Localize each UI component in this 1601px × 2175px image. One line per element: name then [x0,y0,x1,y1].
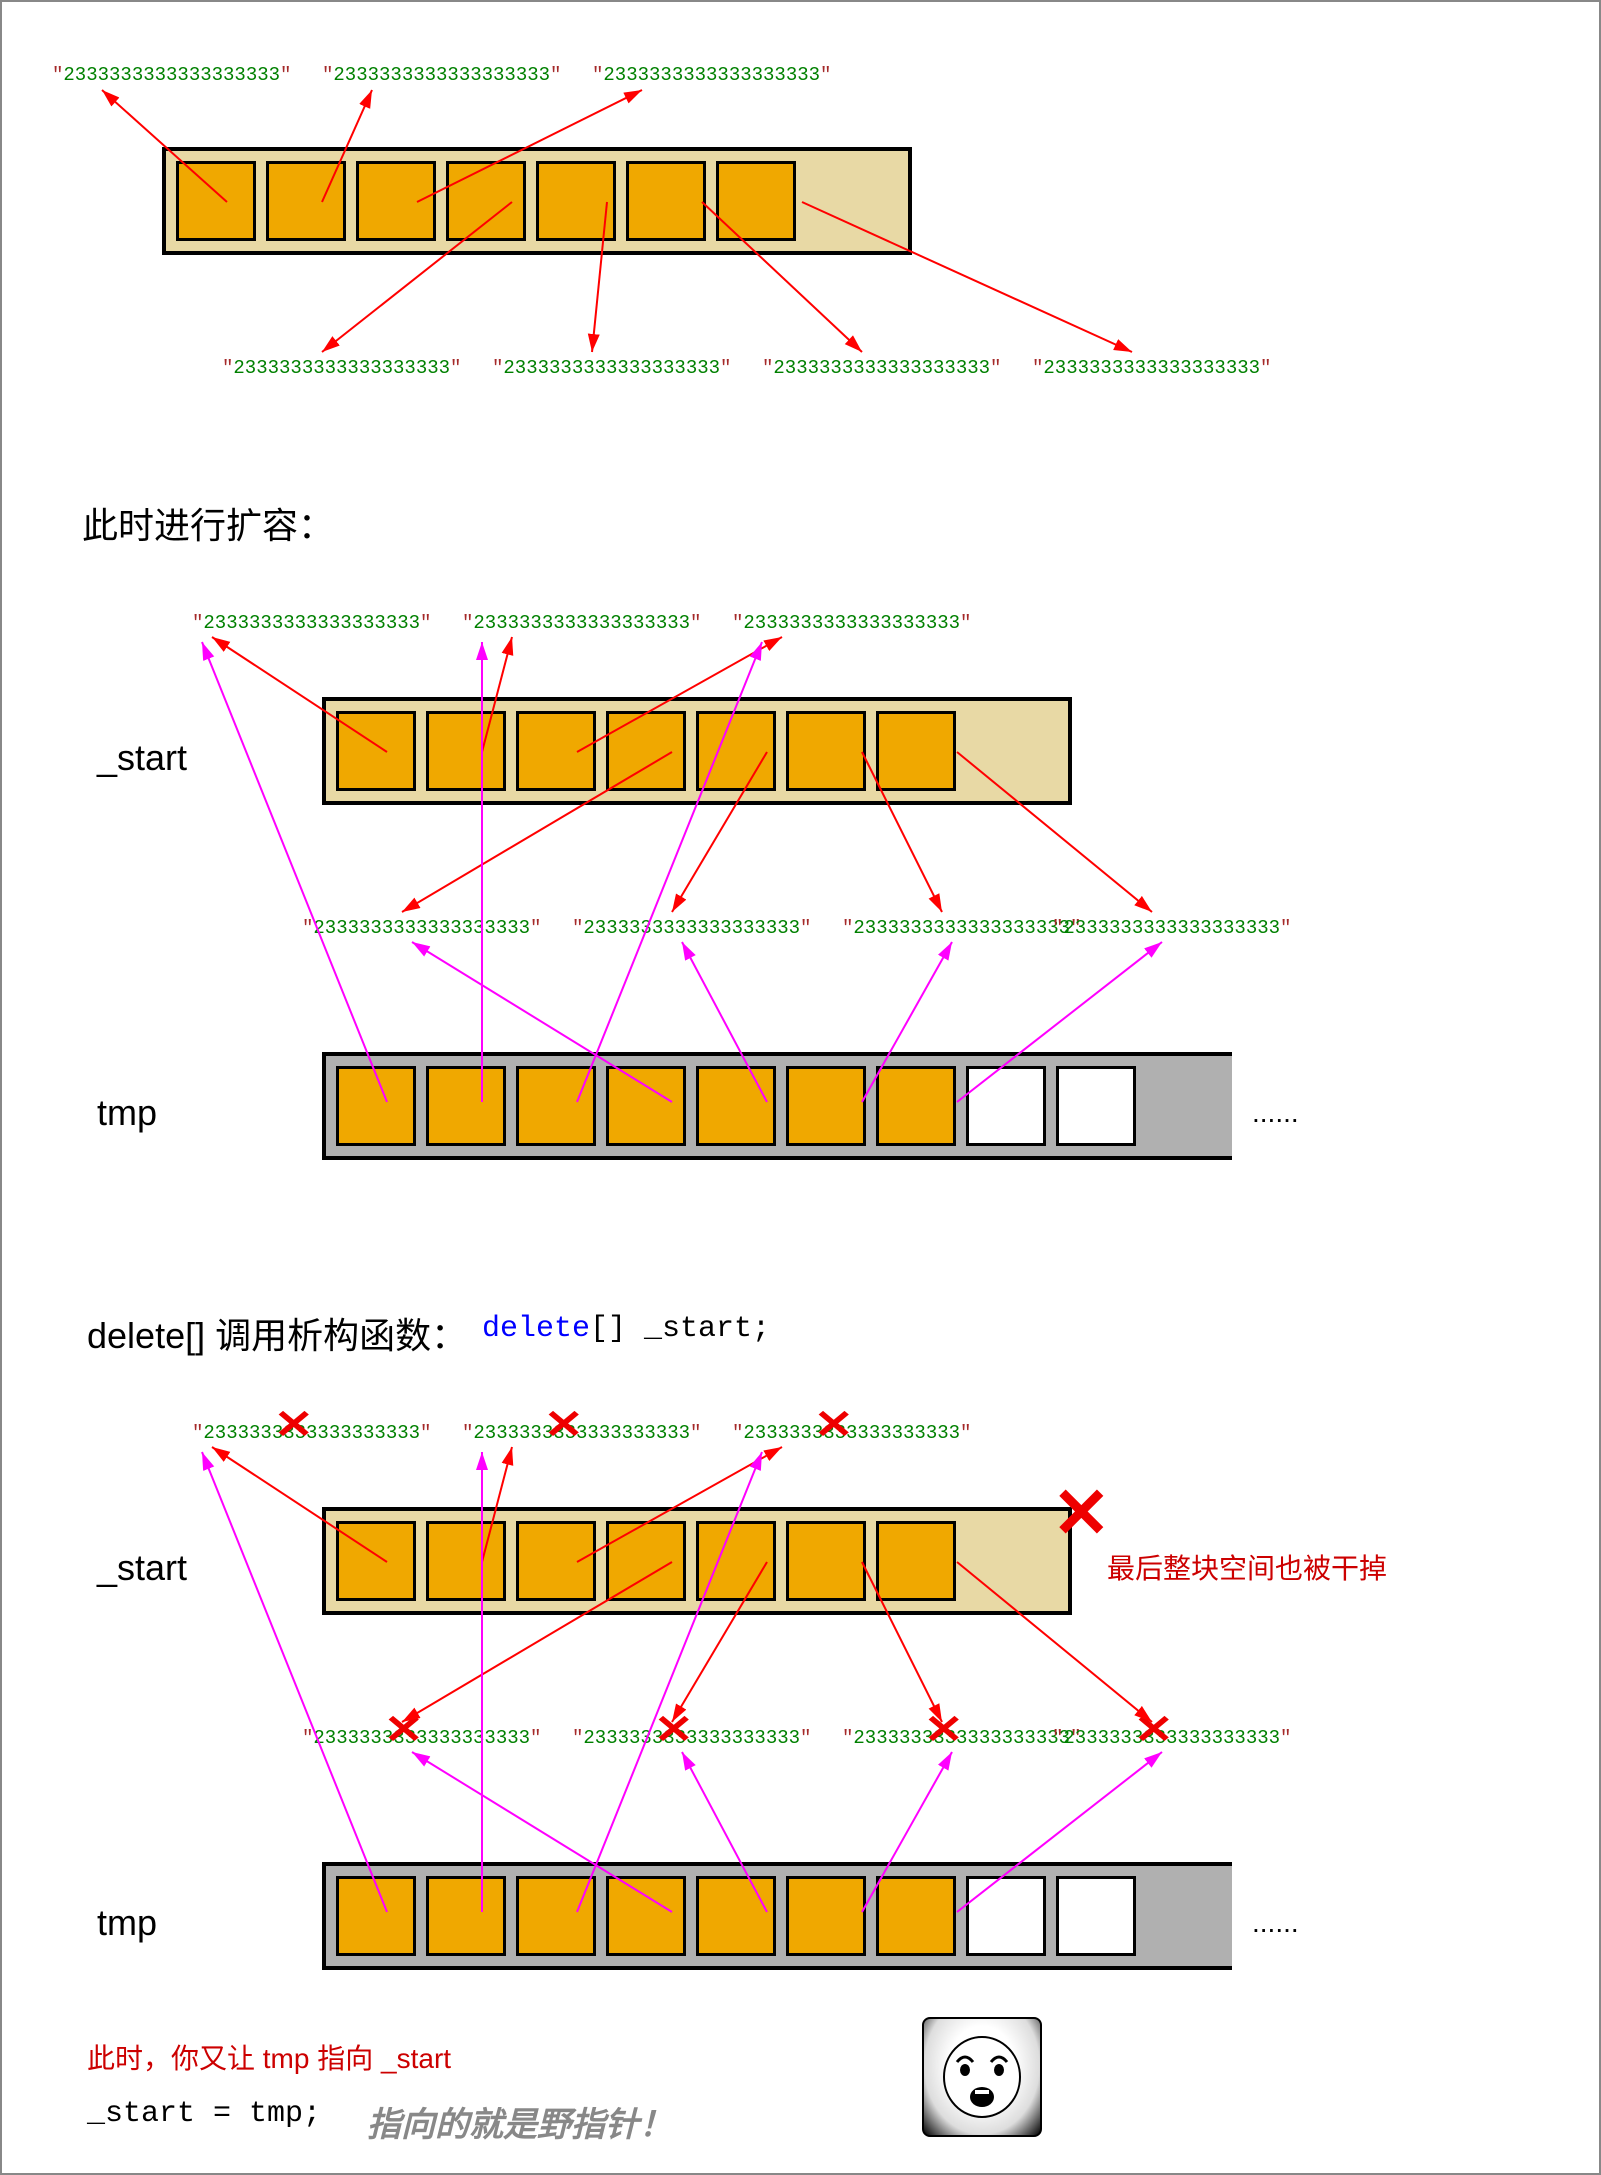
tmp-label: tmp [97,1902,157,1944]
cell [336,1876,416,1956]
cell [606,711,686,791]
cell [516,711,596,791]
label-s1-b0: "2333333333333333333" [222,357,461,379]
diagram-page: "2333333333333333333" "23333333333333333… [0,0,1601,2175]
cell [786,711,866,791]
label-s2-m1: "2333333333333333333" [572,917,811,939]
section-3: "2333333333333333333" ✕ "233333333333333… [2,1372,1601,2122]
cell [606,1876,686,1956]
cell [626,161,706,241]
big-x-icon: ✕ [1052,1472,1111,1554]
heading-text: delete[] 调用析构函数： [87,1315,467,1356]
label-s2-t1: "2333333333333333333" [462,612,701,634]
x-icon: ✕ [924,1707,964,1753]
cell [266,161,346,241]
x-icon: ✕ [384,1707,424,1753]
x-icon: ✕ [274,1402,314,1448]
x-icon: ✕ [654,1707,694,1753]
cell [606,1066,686,1146]
delete-annotation: 最后整块空间也被干掉 [1107,1547,1387,1587]
cell [446,161,526,241]
start-label: _start [97,737,187,779]
meme-face-icon [922,2017,1042,2137]
cell [966,1876,1046,1956]
x-icon: ✕ [1134,1707,1174,1753]
cell [536,161,616,241]
mem-tmp [322,1052,1232,1160]
cell [1056,1876,1136,1956]
mem-tmp-del [322,1862,1232,1970]
section-1: "2333333333333333333" "23333333333333333… [2,2,1601,502]
mem-start [322,697,1072,805]
cell [426,1066,506,1146]
cell [1056,1066,1136,1146]
cell [966,1066,1046,1146]
cell [876,1066,956,1146]
label-s1-t2: "2333333333333333333" [592,64,831,86]
cell [426,711,506,791]
label-s2-m2: "2333333333333333333" [842,917,1081,939]
cell [606,1521,686,1601]
cell [336,1521,416,1601]
cell [696,711,776,791]
mem-start-del [322,1507,1072,1615]
cell [336,1066,416,1146]
cell [516,1066,596,1146]
assign-code: _start = tmp; [87,2097,321,2131]
wild-comment: 指向的就是野指针！ [367,2097,673,2146]
cell [876,1521,956,1601]
cell [426,1876,506,1956]
tmp-label: tmp [97,1092,157,1134]
label-s1-b1: "2333333333333333333" [492,357,731,379]
ellipsis: ...... [1252,1097,1299,1129]
cell [786,1876,866,1956]
label-s2-m0: "2333333333333333333" [302,917,541,939]
label-s2-t2: "2333333333333333333" [732,612,971,634]
label-s1-t1: "2333333333333333333" [322,64,561,86]
cell [876,1876,956,1956]
heading-delete: delete[] 调用析构函数： [87,1307,467,1359]
cell [696,1876,776,1956]
cell [696,1066,776,1146]
mem-block-1 [162,147,912,255]
label-s1-t0: "2333333333333333333" [52,64,291,86]
cell [176,161,256,241]
x-icon: ✕ [544,1402,584,1448]
label-s2-m3: "2333333333333333333" [1052,917,1291,939]
cell [516,1521,596,1601]
cell [516,1876,596,1956]
label-s1-b2: "2333333333333333333" [762,357,1001,379]
cell [696,1521,776,1601]
cell [336,711,416,791]
label-s1-b3: "2333333333333333333" [1032,357,1271,379]
section-2: "2333333333333333333" "23333333333333333… [2,562,1601,1262]
cell [716,161,796,241]
x-icon: ✕ [814,1402,854,1448]
delete-code: delete[] _start; [482,1312,770,1346]
cell [786,1521,866,1601]
cell [786,1066,866,1146]
heading-expand: 此时进行扩容： [82,497,334,549]
bottom-note: 此时，你又让 tmp 指向 _start [87,2037,451,2077]
label-s2-t0: "2333333333333333333" [192,612,431,634]
cell [356,161,436,241]
ellipsis: ...... [1252,1907,1299,1939]
cell [426,1521,506,1601]
start-label: _start [97,1547,187,1589]
cell [876,711,956,791]
